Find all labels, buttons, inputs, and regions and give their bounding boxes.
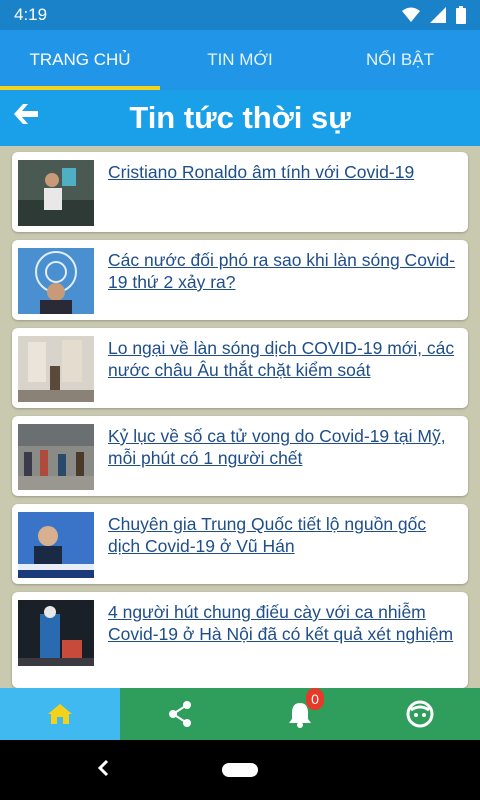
news-list: Cristiano Ronaldo âm tính với Covid-19 C… (0, 146, 480, 688)
news-title[interactable]: 4 người hút chung điếu cày với ca nhiễm … (108, 601, 462, 645)
face-icon (406, 700, 434, 728)
tab-tin-moi[interactable]: TIN MỚI (160, 30, 320, 90)
tab-noi-bat[interactable]: NỔI BẬT (320, 30, 480, 90)
news-item[interactable]: Chuyên gia Trung Quốc tiết lộ nguồn gốc … (12, 504, 468, 584)
nav-share-button[interactable] (120, 688, 240, 740)
news-title[interactable]: Cristiano Ronaldo âm tính với Covid-19 (108, 161, 414, 183)
system-nav-bar (0, 740, 480, 800)
status-icons (402, 6, 466, 24)
tab-trang-chu[interactable]: TRANG CHỦ (0, 30, 160, 90)
nav-profile-button[interactable] (360, 688, 480, 740)
news-thumbnail (18, 512, 94, 578)
news-item[interactable]: Lo ngại về làn sóng dịch COVID-19 mới, c… (12, 328, 468, 408)
bottom-nav: 0 (0, 688, 480, 740)
wifi-icon (402, 7, 420, 22)
notification-badge: 0 (306, 688, 324, 710)
share-icon (169, 701, 191, 727)
news-item[interactable]: Cristiano Ronaldo âm tính với Covid-19 (12, 152, 468, 232)
news-thumbnail (18, 248, 94, 314)
news-title[interactable]: Các nước đối phó ra sao khi làn sóng Cov… (108, 249, 462, 293)
page-title: Tin tức thời sự (129, 100, 351, 135)
signal-icon (430, 7, 446, 23)
battery-icon (456, 6, 466, 24)
nav-home-button[interactable] (0, 688, 120, 740)
status-time: 4:19 (14, 5, 48, 24)
news-title[interactable]: Lo ngại về làn sóng dịch COVID-19 mới, c… (108, 337, 462, 381)
home-icon (48, 704, 72, 724)
news-thumbnail (18, 160, 94, 226)
page-header: Tin tức thời sự (0, 90, 480, 146)
news-thumbnail (18, 424, 94, 490)
news-item[interactable]: Kỷ lục về số ca tử vong do Covid-19 tại … (12, 416, 468, 496)
status-bar: 4:19 (0, 0, 480, 30)
news-thumbnail (18, 600, 94, 666)
system-home-pill[interactable] (222, 763, 258, 777)
tab-bar: TRANG CHỦ TIN MỚI NỔI BẬT (0, 30, 480, 90)
news-title[interactable]: Kỷ lục về số ca tử vong do Covid-19 tại … (108, 425, 462, 469)
system-back-icon[interactable] (96, 758, 110, 778)
back-arrow-icon[interactable] (10, 98, 42, 130)
news-title[interactable]: Chuyên gia Trung Quốc tiết lộ nguồn gốc … (108, 513, 462, 557)
news-thumbnail (18, 336, 94, 402)
news-item[interactable]: Các nước đối phó ra sao khi làn sóng Cov… (12, 240, 468, 320)
nav-notification-button[interactable]: 0 (240, 688, 360, 740)
news-item[interactable]: 4 người hút chung điếu cày với ca nhiễm … (12, 592, 468, 688)
